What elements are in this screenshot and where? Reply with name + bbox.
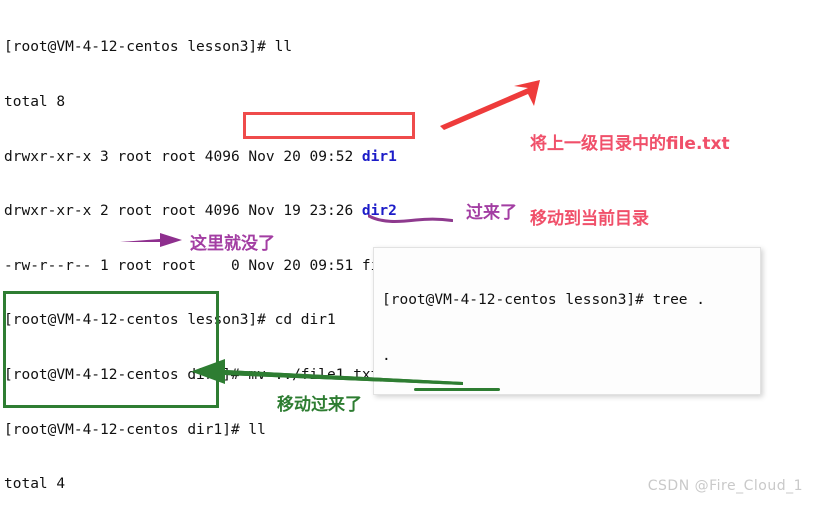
annotation-red-line1: 将上一级目录中的file.txt bbox=[530, 134, 730, 154]
annotation-came-over: 过来了 bbox=[466, 203, 517, 223]
annotation-here-gone: 这里就没了 bbox=[190, 234, 275, 254]
purple-arrow bbox=[120, 233, 182, 247]
tree-output-highlight-box bbox=[3, 291, 219, 408]
terminal-line-text: drwxr-xr-x 2 root root 4096 Nov 19 23:26 bbox=[4, 203, 362, 220]
terminal-line: total 4 bbox=[4, 475, 644, 493]
mv-command-highlight-box bbox=[243, 112, 415, 139]
watermark: CSDN @Fire_Cloud_1 bbox=[647, 478, 803, 494]
tree-panel-line: [root@VM-4-12-centos lesson3]# tree . bbox=[382, 291, 705, 310]
terminal-line: [root@VM-4-12-centos lesson3]# ll bbox=[4, 38, 644, 56]
annotation-red-line2: 移动到当前目录 bbox=[530, 209, 649, 229]
green-arrow bbox=[191, 359, 463, 385]
terminal-line: [root@VM-4-12-centos dir1]# ll bbox=[4, 421, 644, 439]
panel-file1-underline bbox=[414, 388, 500, 391]
screenshot-root: [root@VM-4-12-centos lesson3]# ll total … bbox=[0, 0, 817, 506]
terminal-line-text: drwxr-xr-x 3 root root 4096 Nov 20 09:52 bbox=[4, 148, 362, 165]
terminal-line-text: total 8 bbox=[4, 94, 66, 110]
dir-name: dir1 bbox=[361, 148, 397, 165]
annotation-red: 将上一级目录中的file.txt 移动到当前目录 bbox=[530, 82, 730, 282]
purple-squiggle-underline bbox=[368, 214, 453, 223]
annotation-moved-over: 移动过来了 bbox=[277, 395, 362, 415]
tree-panel-line-text: [root@VM-4-12-centos lesson3]# tree . bbox=[382, 292, 706, 308]
terminal-line-text: total 4 bbox=[4, 476, 66, 493]
terminal-line-text: [root@VM-4-12-centos dir1]# ll bbox=[4, 421, 266, 438]
terminal-line-text: [root@VM-4-12-centos lesson3]# ll bbox=[4, 39, 293, 56]
